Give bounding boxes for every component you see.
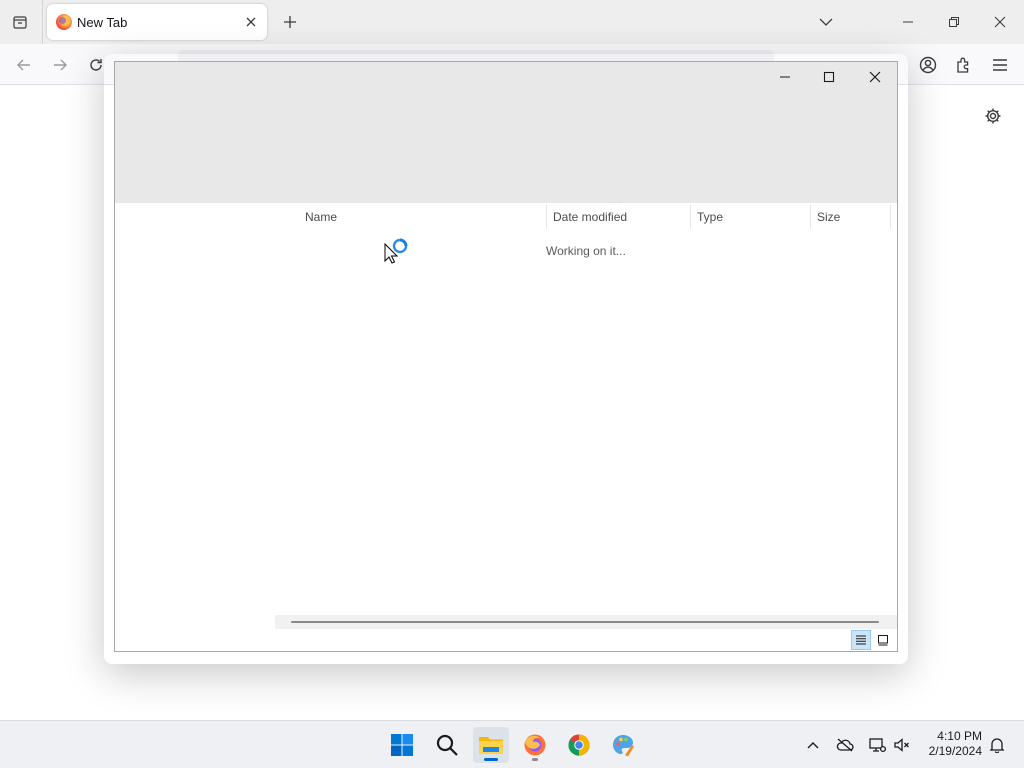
chevron-down-icon[interactable] <box>816 12 836 32</box>
volume-muted-icon[interactable] <box>892 735 912 755</box>
start-windows-icon[interactable] <box>384 727 420 763</box>
details-view-icon[interactable] <box>851 630 871 650</box>
system-clock[interactable]: 4:10 PM 2/19/2024 <box>918 729 982 759</box>
extensions-puzzle-icon[interactable] <box>953 54 975 76</box>
large-icons-view-icon[interactable] <box>873 630 893 650</box>
column-header-type[interactable]: Type <box>691 203 810 231</box>
dialog-close-icon[interactable] <box>860 66 890 88</box>
firefox-icon <box>56 14 72 30</box>
column-header-size[interactable]: Size <box>811 203 890 231</box>
notification-bell-icon[interactable] <box>987 735 1007 755</box>
browser-tab[interactable]: New Tab <box>47 4 267 40</box>
new-tab-plus-icon[interactable] <box>280 12 300 32</box>
firefox-icon[interactable] <box>517 727 553 763</box>
window-close-icon[interactable] <box>990 12 1010 32</box>
dialog-maximize-icon[interactable] <box>814 66 844 88</box>
tab-title: New Tab <box>77 15 128 30</box>
chrome-icon[interactable] <box>561 727 597 763</box>
clock-date: 2/19/2024 <box>928 744 982 758</box>
column-header-date-modified[interactable]: Date modified <box>547 203 690 231</box>
file-explorer-icon[interactable] <box>473 727 509 763</box>
onedrive-offline-icon[interactable] <box>835 735 855 755</box>
close-tab-icon[interactable] <box>241 12 261 32</box>
busy-spinner-icon <box>392 238 408 254</box>
horizontal-scrollbar[interactable] <box>275 615 897 629</box>
scrollbar-thumb[interactable] <box>291 621 879 623</box>
column-divider[interactable] <box>890 205 891 229</box>
dialog-header-area <box>115 62 897 203</box>
back-arrow-icon[interactable] <box>13 54 35 76</box>
file-dialog-window: Name Date modified Type Size Working on … <box>114 61 898 652</box>
tab-list-icon[interactable] <box>8 11 32 33</box>
taskbar: 4:10 PM 2/19/2024 <box>0 720 1024 768</box>
gear-icon[interactable] <box>982 105 1004 127</box>
column-header-row: Name Date modified Type Size <box>115 203 897 231</box>
active-app-indicator <box>484 758 498 761</box>
dialog-minimize-icon[interactable] <box>770 66 800 88</box>
window-minimize-icon[interactable] <box>898 12 918 32</box>
window-restore-icon[interactable] <box>944 12 964 32</box>
account-icon[interactable] <box>917 54 939 76</box>
browser-tab-bar: New Tab <box>0 0 1024 44</box>
hamburger-menu-icon[interactable] <box>989 54 1011 76</box>
column-header-name[interactable]: Name <box>299 203 545 231</box>
running-app-indicator <box>532 758 538 761</box>
paint-icon[interactable] <box>605 727 641 763</box>
tab-separator <box>42 0 43 44</box>
search-icon[interactable] <box>429 727 465 763</box>
clock-time: 4:10 PM <box>937 729 982 743</box>
forward-arrow-icon[interactable] <box>49 54 71 76</box>
loading-status-text: Working on it... <box>546 244 626 258</box>
network-icon[interactable] <box>867 735 887 755</box>
chevron-up-icon[interactable] <box>803 735 823 755</box>
